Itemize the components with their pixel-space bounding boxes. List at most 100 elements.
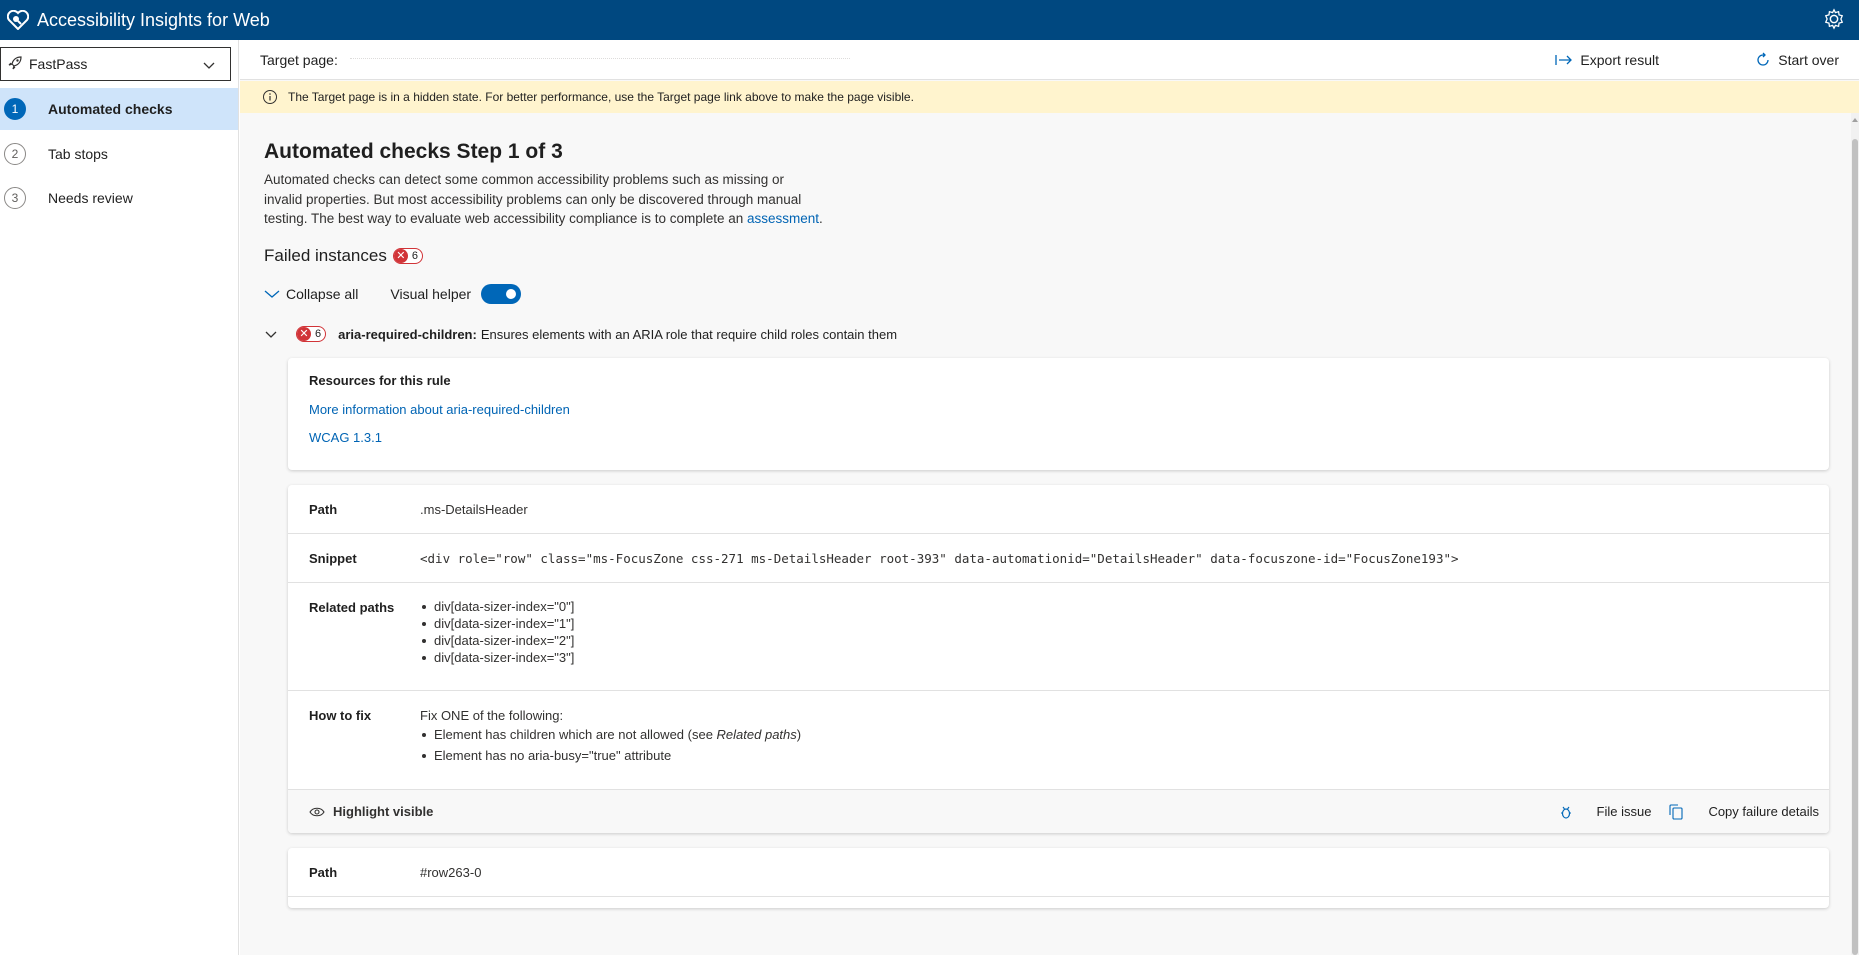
more-info-link[interactable]: More information about aria-required-chi… <box>309 402 1808 417</box>
assessment-link[interactable]: assessment <box>747 211 819 226</box>
chevron-down-icon <box>264 290 280 298</box>
how-to-fix-content: Fix ONE of the following: Element has ch… <box>420 708 801 764</box>
highlight-visible-label: Highlight visible <box>333 804 434 819</box>
failure-count-badge: ✕ 6 <box>392 248 423 264</box>
failure-instance-card: Path .ms-DetailsHeader Snippet <div role… <box>288 485 1829 833</box>
nav-item-needs-review[interactable]: 3 Needs review <box>0 177 238 219</box>
copy-failure-details-button[interactable]: Copy failure details <box>1669 803 1819 820</box>
app-title: Accessibility Insights for Web <box>37 9 270 30</box>
left-nav: FastPass 1 Automated checks 2 Tab stops … <box>0 40 239 955</box>
fix-intro: Fix ONE of the following: <box>420 708 564 723</box>
related-path-item: div[data-sizer-index="3"] <box>420 649 574 666</box>
fix-item-end: ) <box>796 727 802 742</box>
export-result-button[interactable]: Export result <box>1555 40 1659 80</box>
description-text: Automated checks can detect some common … <box>264 172 802 226</box>
failed-instances-heading: Failed instances ✕ 6 <box>264 246 423 266</box>
nav-item-label: Automated checks <box>48 101 173 117</box>
failed-instances-label: Failed instances <box>264 246 387 265</box>
path-row: Path .ms-DetailsHeader <box>288 485 1829 534</box>
scroll-up-icon <box>1852 118 1858 122</box>
failure-count: 6 <box>411 250 418 262</box>
info-icon <box>262 89 278 105</box>
path-label: Path <box>309 865 338 880</box>
description-end: . <box>819 211 823 226</box>
main-panel: Target page: Export result Start over Th… <box>240 40 1859 955</box>
copy-failure-details-label: Copy failure details <box>1708 804 1819 819</box>
path-value: .ms-DetailsHeader <box>420 502 528 517</box>
related-path-item: div[data-sizer-index="1"] <box>420 615 574 632</box>
instances-toolbar: Collapse all Visual helper <box>264 284 522 304</box>
related-paths-row: Related paths div[data-sizer-index="0"] … <box>288 583 1829 691</box>
vertical-scrollbar[interactable] <box>1851 113 1859 955</box>
collapse-all-label: Collapse all <box>286 286 359 302</box>
command-bar: Target page: Export result Start over <box>240 40 1859 80</box>
snippet-value: <div role="row" class="ms-FocusZone css-… <box>420 551 1459 566</box>
page-description: Automated checks can detect some common … <box>264 170 824 229</box>
resources-heading: Resources for this rule <box>309 373 451 388</box>
rule-description: Ensures elements with an ARIA role that … <box>480 326 898 342</box>
refresh-icon <box>1757 52 1769 66</box>
step-number: 2 <box>4 143 26 165</box>
app-logo-icon <box>6 8 30 32</box>
snippet-row: Snippet <div role="row" class="ms-FocusZ… <box>288 534 1829 583</box>
page-title: Automated checks Step 1 of 3 <box>264 140 563 163</box>
nav-item-automated-checks[interactable]: 1 Automated checks <box>0 88 238 130</box>
fix-item: Element has no aria-busy="true" attribut… <box>420 747 801 764</box>
start-over-button[interactable]: Start over <box>1755 40 1839 80</box>
collapse-all-button[interactable]: Collapse all <box>264 286 358 302</box>
file-issue-button[interactable]: File issue <box>1560 804 1652 819</box>
how-to-fix-row: How to fix Fix ONE of the following: Ele… <box>288 691 1829 790</box>
rule-id: aria-required-children: <box>338 326 477 342</box>
step-number: 1 <box>4 98 26 120</box>
fix-list: Element has children which are not allow… <box>420 726 801 764</box>
path-row: Path #row263-0 <box>288 848 1829 897</box>
copy-icon <box>1669 803 1683 820</box>
fix-item-emphasis: Related paths <box>716 727 797 742</box>
path-label: Path <box>309 502 338 517</box>
fix-item-text: Element has children which are not allow… <box>434 727 717 742</box>
settings-gear-icon[interactable] <box>1823 8 1847 32</box>
title-bar: Accessibility Insights for Web <box>0 0 1859 40</box>
related-paths-list: div[data-sizer-index="0"] div[data-sizer… <box>420 598 574 666</box>
mode-label: FastPass <box>29 56 88 72</box>
nav-item-tab-stops[interactable]: 2 Tab stops <box>0 133 238 175</box>
start-over-label: Start over <box>1778 52 1839 68</box>
rule-failure-badge: ✕ 6 <box>296 326 327 342</box>
bug-icon <box>1560 806 1571 819</box>
nav-item-label: Needs review <box>48 190 133 206</box>
fix-item: Element has children which are not allow… <box>420 726 801 743</box>
wcag-link[interactable]: WCAG 1.3.1 <box>309 430 1808 445</box>
failure-instance-card: Path #row263-0 <box>288 848 1829 908</box>
related-paths-label: Related paths <box>309 600 395 615</box>
step-number: 3 <box>4 187 26 209</box>
export-icon <box>1555 55 1573 65</box>
toggle-knob <box>506 289 517 299</box>
visual-helper-label: Visual helper <box>390 286 472 302</box>
rule-group-header[interactable]: ✕ 6 aria-required-children: Ensures elem… <box>264 326 897 342</box>
export-result-label: Export result <box>1580 52 1659 68</box>
target-page-label: Target page: <box>260 51 338 68</box>
how-to-fix-label: How to fix <box>309 708 372 723</box>
rule-resources-card: Resources for this rule More information… <box>288 358 1829 470</box>
visual-helper-toggle[interactable] <box>481 284 522 304</box>
instance-action-buttons: File issue Copy failure details <box>1542 803 1819 820</box>
eye-icon <box>309 807 325 816</box>
chevron-down-icon[interactable] <box>264 327 280 342</box>
scrollbar-thumb[interactable] <box>1852 139 1858 955</box>
error-x-icon: ✕ <box>297 327 311 341</box>
file-issue-label: File issue <box>1596 804 1652 819</box>
mode-dropdown[interactable]: FastPass <box>0 47 231 81</box>
rocket-icon <box>7 55 25 73</box>
path-value: #row263-0 <box>420 865 482 880</box>
hidden-state-warning: The Target page is in a hidden state. Fo… <box>240 81 1859 113</box>
snippet-label: Snippet <box>309 551 357 566</box>
chevron-down-icon <box>202 58 216 72</box>
related-path-item: div[data-sizer-index="2"] <box>420 632 574 649</box>
target-page-link[interactable] <box>349 57 850 62</box>
error-x-icon: ✕ <box>393 249 408 263</box>
related-path-item: div[data-sizer-index="0"] <box>420 598 574 615</box>
nav-item-label: Tab stops <box>48 146 108 162</box>
rule-failure-count: 6 <box>315 328 322 340</box>
warning-text: The Target page is in a hidden state. Fo… <box>288 90 914 104</box>
highlight-visible-button[interactable]: Highlight visible <box>309 804 433 819</box>
